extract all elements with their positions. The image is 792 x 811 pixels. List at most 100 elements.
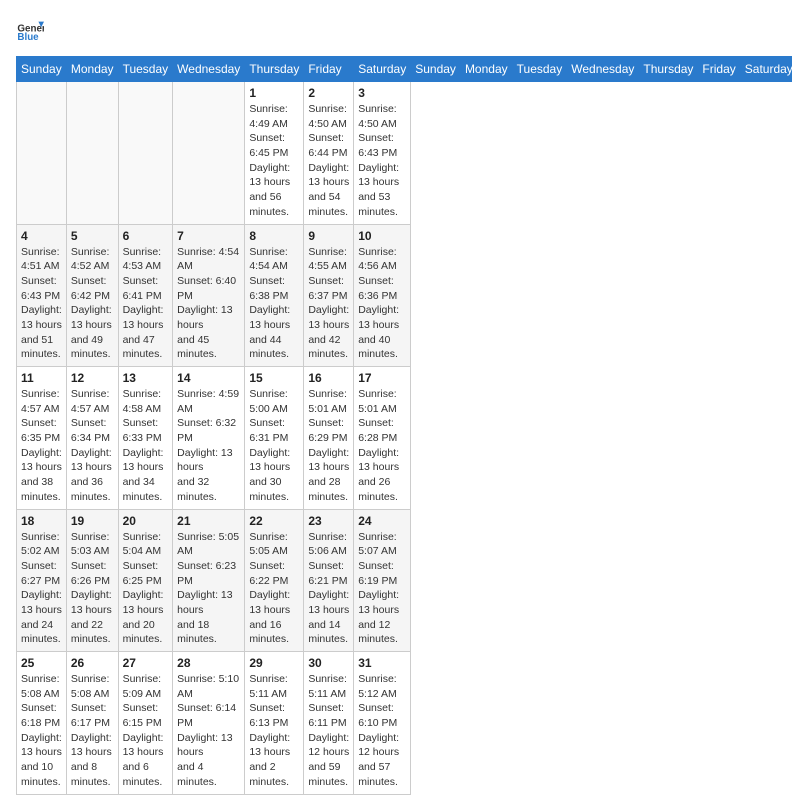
day-number: 15 bbox=[249, 371, 299, 385]
calendar-day-cell bbox=[66, 82, 118, 225]
calendar-day-cell: 14 Sunrise: 4:59 AM Sunset: 6:32 PM Dayli… bbox=[173, 367, 245, 510]
day-of-week-header: Thursday bbox=[245, 57, 304, 82]
calendar-day-cell: 28 Sunrise: 5:10 AM Sunset: 6:14 PM Dayli… bbox=[173, 652, 245, 795]
calendar-day-cell: 16 Sunrise: 5:01 AM Sunset: 6:29 PM Dayli… bbox=[304, 367, 354, 510]
calendar-day-cell bbox=[173, 82, 245, 225]
calendar-day-cell: 13Sunrise: 4:58 AM Sunset: 6:33 PM Dayli… bbox=[118, 367, 173, 510]
day-info: Sunrise: 4:55 AM Sunset: 6:37 PM Dayligh… bbox=[308, 245, 349, 363]
day-number: 22 bbox=[249, 514, 299, 528]
calendar-week-row: 25Sunrise: 5:08 AM Sunset: 6:18 PM Dayli… bbox=[17, 652, 792, 795]
day-info: Sunrise: 5:09 AM Sunset: 6:15 PM Dayligh… bbox=[123, 672, 169, 790]
day-number: 26 bbox=[71, 656, 114, 670]
day-of-week-header: Sunday bbox=[17, 57, 67, 82]
day-number: 28 bbox=[177, 656, 240, 670]
day-number: 2 bbox=[308, 86, 349, 100]
calendar-day-cell: 8Sunrise: 4:54 AM Sunset: 6:38 PM Daylig… bbox=[245, 224, 304, 367]
day-info: Sunrise: 5:05 AM Sunset: 6:23 PM Dayligh… bbox=[177, 530, 240, 648]
day-info: Sunrise: 4:52 AM Sunset: 6:42 PM Dayligh… bbox=[71, 245, 114, 363]
day-info: Sunrise: 5:10 AM Sunset: 6:14 PM Dayligh… bbox=[177, 672, 240, 790]
calendar-day-cell: 18 Sunrise: 5:02 AM Sunset: 6:27 PM Dayli… bbox=[17, 509, 67, 652]
day-number: 17 bbox=[358, 371, 406, 385]
day-number: 19 bbox=[71, 514, 114, 528]
logo: General Blue bbox=[16, 16, 44, 44]
day-number: 14 bbox=[177, 371, 240, 385]
calendar-day-cell: 21 Sunrise: 5:05 AM Sunset: 6:23 PM Dayli… bbox=[173, 509, 245, 652]
day-info: Sunrise: 5:01 AM Sunset: 6:29 PM Dayligh… bbox=[308, 387, 349, 505]
day-info: Sunrise: 5:08 AM Sunset: 6:17 PM Dayligh… bbox=[71, 672, 114, 790]
weekday-header: Sunday bbox=[411, 57, 461, 82]
day-info: Sunrise: 4:50 AM Sunset: 6:43 PM Dayligh… bbox=[358, 102, 406, 220]
day-of-week-header: Wednesday bbox=[173, 57, 245, 82]
calendar-day-cell: 12 Sunrise: 4:57 AM Sunset: 6:34 PM Dayli… bbox=[66, 367, 118, 510]
day-info: Sunrise: 4:50 AM Sunset: 6:44 PM Dayligh… bbox=[308, 102, 349, 220]
day-number: 13 bbox=[123, 371, 169, 385]
day-number: 30 bbox=[308, 656, 349, 670]
calendar-day-cell: 17 Sunrise: 5:01 AM Sunset: 6:28 PM Dayli… bbox=[354, 367, 411, 510]
day-number: 21 bbox=[177, 514, 240, 528]
day-info: Sunrise: 5:02 AM Sunset: 6:27 PM Dayligh… bbox=[21, 530, 62, 648]
calendar-day-cell: 10 Sunrise: 4:56 AM Sunset: 6:36 PM Dayli… bbox=[354, 224, 411, 367]
svg-text:Blue: Blue bbox=[17, 32, 39, 43]
day-number: 3 bbox=[358, 86, 406, 100]
day-info: Sunrise: 4:53 AM Sunset: 6:41 PM Dayligh… bbox=[123, 245, 169, 363]
weekday-header: Friday bbox=[698, 57, 740, 82]
page-header: General Blue bbox=[16, 16, 776, 44]
calendar-day-cell: 24Sunrise: 5:07 AM Sunset: 6:19 PM Dayli… bbox=[354, 509, 411, 652]
day-number: 27 bbox=[123, 656, 169, 670]
day-number: 16 bbox=[308, 371, 349, 385]
day-number: 23 bbox=[308, 514, 349, 528]
day-info: Sunrise: 5:04 AM Sunset: 6:25 PM Dayligh… bbox=[123, 530, 169, 648]
calendar-day-cell: 2 Sunrise: 4:50 AM Sunset: 6:44 PM Daylig… bbox=[304, 82, 354, 225]
calendar-day-cell: 19 Sunrise: 5:03 AM Sunset: 6:26 PM Dayli… bbox=[66, 509, 118, 652]
weekday-header: Wednesday bbox=[567, 57, 639, 82]
day-number: 12 bbox=[71, 371, 114, 385]
weekday-header: Monday bbox=[460, 57, 512, 82]
calendar-day-cell: 29 Sunrise: 5:11 AM Sunset: 6:13 PM Dayli… bbox=[245, 652, 304, 795]
day-number: 1 bbox=[249, 86, 299, 100]
calendar-day-cell: 1Sunrise: 4:49 AM Sunset: 6:45 PM Daylig… bbox=[245, 82, 304, 225]
day-number: 18 bbox=[21, 514, 62, 528]
calendar-day-cell bbox=[17, 82, 67, 225]
calendar-day-cell: 7Sunrise: 4:54 AM Sunset: 6:40 PM Daylig… bbox=[173, 224, 245, 367]
day-info: Sunrise: 4:56 AM Sunset: 6:36 PM Dayligh… bbox=[358, 245, 406, 363]
day-number: 31 bbox=[358, 656, 406, 670]
calendar-day-cell: 6Sunrise: 4:53 AM Sunset: 6:41 PM Daylig… bbox=[118, 224, 173, 367]
day-info: Sunrise: 5:06 AM Sunset: 6:21 PM Dayligh… bbox=[308, 530, 349, 648]
day-info: Sunrise: 4:57 AM Sunset: 6:34 PM Dayligh… bbox=[71, 387, 114, 505]
calendar-day-cell: 23 Sunrise: 5:06 AM Sunset: 6:21 PM Dayli… bbox=[304, 509, 354, 652]
day-number: 10 bbox=[358, 229, 406, 243]
calendar-day-cell: 31 Sunrise: 5:12 AM Sunset: 6:10 PM Dayli… bbox=[354, 652, 411, 795]
day-number: 9 bbox=[308, 229, 349, 243]
weekday-header: Thursday bbox=[639, 57, 698, 82]
day-number: 11 bbox=[21, 371, 62, 385]
day-info: Sunrise: 5:07 AM Sunset: 6:19 PM Dayligh… bbox=[358, 530, 406, 648]
day-info: Sunrise: 5:05 AM Sunset: 6:22 PM Dayligh… bbox=[249, 530, 299, 648]
calendar-day-cell: 9 Sunrise: 4:55 AM Sunset: 6:37 PM Daylig… bbox=[304, 224, 354, 367]
day-number: 5 bbox=[71, 229, 114, 243]
day-info: Sunrise: 4:54 AM Sunset: 6:40 PM Dayligh… bbox=[177, 245, 240, 363]
day-info: Sunrise: 5:01 AM Sunset: 6:28 PM Dayligh… bbox=[358, 387, 406, 505]
calendar-day-cell: 26 Sunrise: 5:08 AM Sunset: 6:17 PM Dayli… bbox=[66, 652, 118, 795]
calendar-day-cell: 22 Sunrise: 5:05 AM Sunset: 6:22 PM Dayli… bbox=[245, 509, 304, 652]
day-info: Sunrise: 5:11 AM Sunset: 6:13 PM Dayligh… bbox=[249, 672, 299, 790]
day-info: Sunrise: 5:12 AM Sunset: 6:10 PM Dayligh… bbox=[358, 672, 406, 790]
day-info: Sunrise: 5:03 AM Sunset: 6:26 PM Dayligh… bbox=[71, 530, 114, 648]
day-number: 20 bbox=[123, 514, 169, 528]
day-info: Sunrise: 4:59 AM Sunset: 6:32 PM Dayligh… bbox=[177, 387, 240, 505]
calendar-week-row: 4Sunrise: 4:51 AM Sunset: 6:43 PM Daylig… bbox=[17, 224, 792, 367]
day-info: Sunrise: 4:54 AM Sunset: 6:38 PM Dayligh… bbox=[249, 245, 299, 363]
logo-icon: General Blue bbox=[16, 16, 44, 44]
calendar-day-cell: 11Sunrise: 4:57 AM Sunset: 6:35 PM Dayli… bbox=[17, 367, 67, 510]
day-info: Sunrise: 4:51 AM Sunset: 6:43 PM Dayligh… bbox=[21, 245, 62, 363]
calendar-week-row: 11Sunrise: 4:57 AM Sunset: 6:35 PM Dayli… bbox=[17, 367, 792, 510]
calendar-day-cell bbox=[118, 82, 173, 225]
day-of-week-header: Monday bbox=[66, 57, 118, 82]
calendar-table: SundayMondayTuesdayWednesdayThursdayFrid… bbox=[16, 56, 792, 795]
weekday-header: Tuesday bbox=[512, 57, 567, 82]
calendar-day-cell: 30Sunrise: 5:11 AM Sunset: 6:11 PM Dayli… bbox=[304, 652, 354, 795]
calendar-day-cell: 27 Sunrise: 5:09 AM Sunset: 6:15 PM Dayli… bbox=[118, 652, 173, 795]
calendar-week-row: 1Sunrise: 4:49 AM Sunset: 6:45 PM Daylig… bbox=[17, 82, 792, 225]
day-info: Sunrise: 5:00 AM Sunset: 6:31 PM Dayligh… bbox=[249, 387, 299, 505]
calendar-day-cell: 20 Sunrise: 5:04 AM Sunset: 6:25 PM Dayli… bbox=[118, 509, 173, 652]
day-number: 29 bbox=[249, 656, 299, 670]
